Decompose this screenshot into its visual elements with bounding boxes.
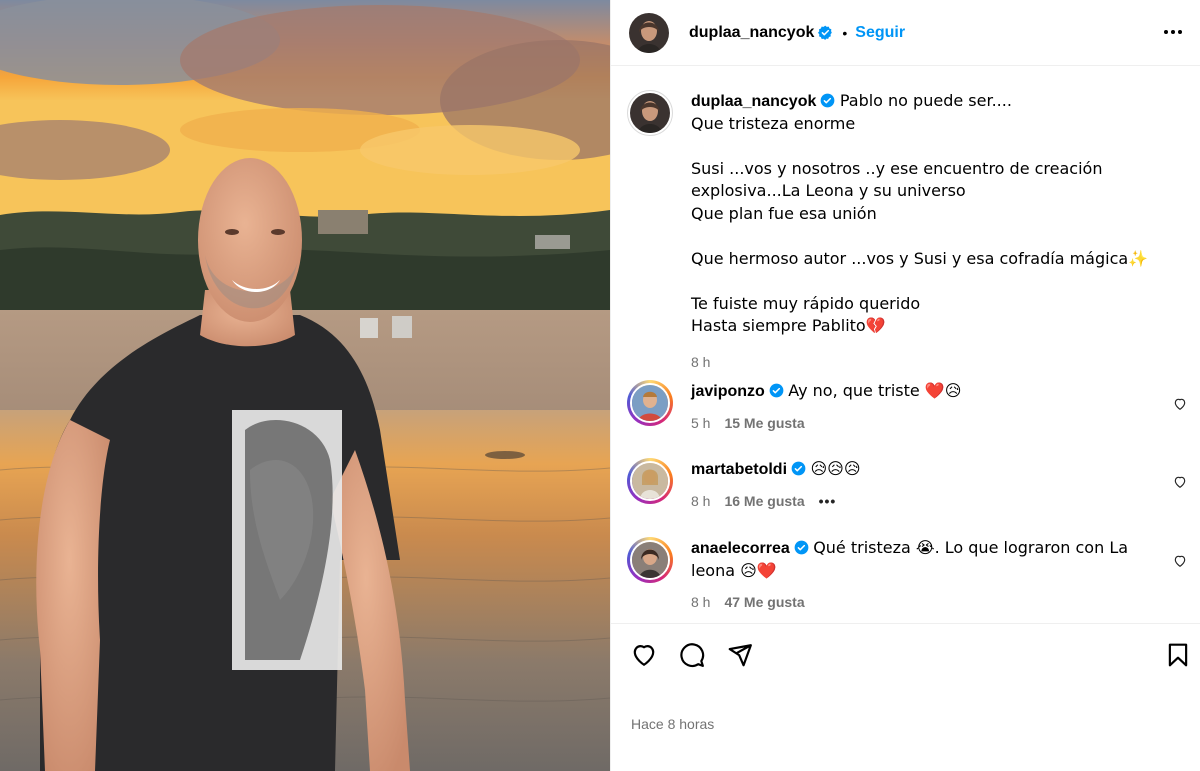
caption-author-avatar[interactable] bbox=[630, 93, 670, 133]
comment-username[interactable]: anaelecorrea bbox=[691, 540, 790, 557]
separator-dot: • bbox=[842, 24, 848, 41]
post-image bbox=[0, 0, 610, 771]
comment-username[interactable]: javiponzo bbox=[691, 383, 765, 400]
caption-time[interactable]: 8 h bbox=[691, 352, 710, 374]
post-photo[interactable] bbox=[0, 0, 610, 771]
comment-likes[interactable]: 47 Me gusta bbox=[724, 592, 804, 614]
verified-badge-icon bbox=[791, 461, 806, 476]
comment-icon[interactable] bbox=[679, 642, 705, 668]
story-ring[interactable] bbox=[627, 458, 673, 504]
comment-text: Ay no, que triste ❤️😥 bbox=[788, 381, 962, 400]
comment-time[interactable]: 5 h bbox=[691, 413, 710, 435]
action-bar bbox=[611, 623, 1200, 683]
more-options-icon[interactable] bbox=[1161, 20, 1185, 44]
caption-row: duplaa_nancyok Pablo no puede ser.... Qu… bbox=[627, 90, 1187, 373]
comment-row: javiponzo Ay no, que triste ❤️😥 5 h 15 M… bbox=[627, 380, 1187, 434]
caption-username[interactable]: duplaa_nancyok bbox=[691, 93, 816, 110]
comment-time[interactable]: 8 h bbox=[691, 491, 710, 513]
comment-likes[interactable]: 16 Me gusta bbox=[724, 491, 804, 513]
comment-row: martabetoldi 😥😥😥 8 h 16 Me gusta ••• bbox=[627, 458, 1187, 512]
verified-badge-icon bbox=[818, 25, 833, 40]
comment-meta: 8 h 47 Me gusta bbox=[691, 592, 1163, 614]
comment-heart-icon[interactable] bbox=[1173, 475, 1187, 489]
bookmark-icon[interactable] bbox=[1165, 642, 1191, 668]
story-ring[interactable] bbox=[627, 380, 673, 426]
follow-button[interactable]: Seguir bbox=[855, 24, 905, 42]
story-ring[interactable] bbox=[627, 537, 673, 583]
verified-badge-icon bbox=[821, 93, 835, 108]
post-header: duplaa_nancyok • Seguir bbox=[611, 0, 1200, 66]
comment-meta: 5 h 15 Me gusta bbox=[691, 413, 1187, 435]
comments-list[interactable]: duplaa_nancyok Pablo no puede ser.... Qu… bbox=[611, 67, 1200, 623]
caption: duplaa_nancyok Pablo no puede ser.... Qu… bbox=[691, 90, 1187, 338]
comment-more-button[interactable]: ••• bbox=[819, 491, 837, 513]
author-username[interactable]: duplaa_nancyok bbox=[689, 24, 814, 42]
commenter-avatar[interactable] bbox=[630, 461, 670, 501]
comment-text: 😥😥😥 bbox=[810, 459, 861, 478]
comment-heart-icon[interactable] bbox=[1173, 554, 1187, 568]
verified-badge-icon bbox=[769, 383, 784, 398]
comment-heart-icon[interactable] bbox=[1173, 397, 1187, 411]
post-sidebar: duplaa_nancyok • Seguir duplaa_nancyok P… bbox=[610, 0, 1200, 771]
comment-row: anaelecorrea Qué tristeza 😭. Lo que logr… bbox=[627, 537, 1187, 614]
commenter-avatar[interactable] bbox=[630, 540, 670, 580]
post-timestamp[interactable]: Hace 8 horas bbox=[631, 716, 714, 732]
caption-meta: 8 h bbox=[691, 352, 1187, 374]
commenter-avatar[interactable] bbox=[630, 383, 670, 423]
comment-likes[interactable]: 15 Me gusta bbox=[724, 413, 804, 435]
share-icon[interactable] bbox=[727, 642, 753, 668]
comment-time[interactable]: 8 h bbox=[691, 592, 710, 614]
comment-username[interactable]: martabetoldi bbox=[691, 461, 787, 478]
heart-icon[interactable] bbox=[631, 642, 657, 668]
comment-meta: 8 h 16 Me gusta ••• bbox=[691, 491, 1187, 513]
verified-badge-icon bbox=[794, 540, 809, 555]
caption-avatar-ring bbox=[627, 90, 673, 136]
author-avatar[interactable] bbox=[629, 12, 669, 53]
caption-text: Pablo no puede ser.... Que tristeza enor… bbox=[691, 91, 1149, 335]
